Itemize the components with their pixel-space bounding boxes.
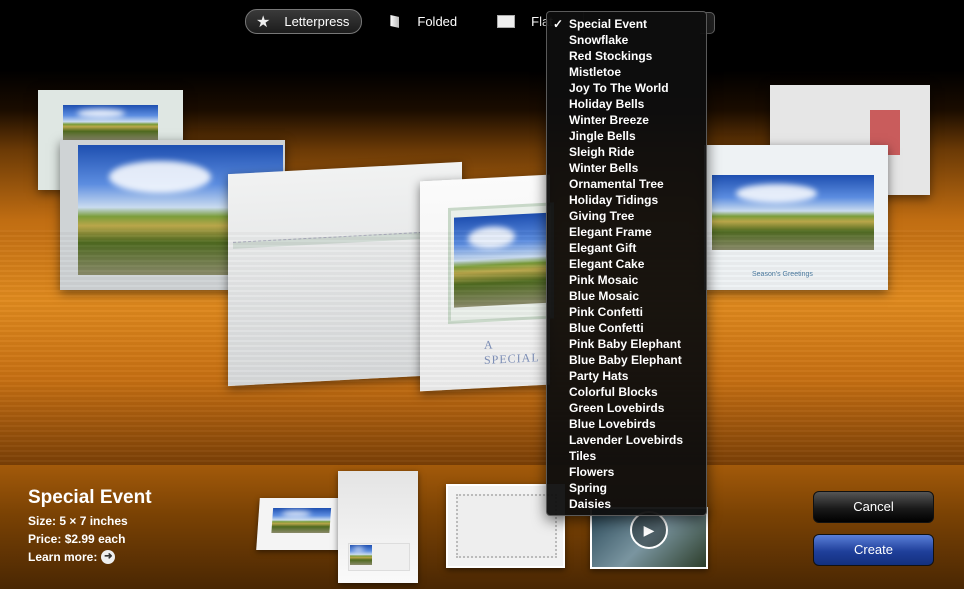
theme-menu-item[interactable]: Mistletoe [547, 64, 706, 80]
theme-menu-item[interactable]: Green Lovebirds [547, 400, 706, 416]
card-greeting-text: A SPECIAL [484, 337, 540, 368]
letterpress-label: Letterpress [284, 14, 350, 29]
theme-menu-item-label: Party Hats [569, 369, 629, 383]
theme-menu-item-label: Blue Confetti [569, 321, 644, 335]
price-row: Price: $2.99 each [28, 530, 152, 548]
thumbnail-front[interactable] [256, 498, 346, 550]
theme-menu-item[interactable]: Blue Confetti [547, 320, 706, 336]
learn-more-label: Learn more: [28, 550, 98, 564]
theme-menu-item[interactable]: Tiles [547, 448, 706, 464]
create-button[interactable]: Create [813, 534, 934, 566]
theme-menu-item-label: Elegant Gift [569, 241, 637, 255]
theme-menu-list: ✓ Special Event Snowflake Red Stockings Mist… [547, 16, 706, 512]
theme-menu-item[interactable]: Giving Tree [547, 208, 706, 224]
right-card-text: Season's Greetings [752, 271, 813, 278]
letterpress-tab[interactable]: ★ Letterpress [245, 9, 363, 34]
folded-tab[interactable]: Folded [380, 10, 469, 33]
theme-menu-item[interactable]: Sleigh Ride [547, 144, 706, 160]
theme-menu-item[interactable]: Ornamental Tree [547, 176, 706, 192]
size-row: Size: 5 × 7 inches [28, 512, 152, 530]
theme-info: Special Event Size: 5 × 7 inches Price: … [28, 487, 152, 566]
theme-menu-item-label: Mistletoe [569, 65, 622, 79]
theme-menu-item-label: Holiday Tidings [569, 193, 659, 207]
theme-menu-item[interactable]: Jingle Bells [547, 128, 706, 144]
center-card[interactable]: A SPECIAL [420, 174, 554, 392]
theme-menu-item[interactable]: Elegant Cake [547, 256, 706, 272]
theme-menu-item-label: Pink Baby Elephant [569, 337, 682, 351]
theme-menu-item[interactable]: Elegant Frame [547, 224, 706, 240]
theme-menu-item-label: Colorful Blocks [569, 385, 658, 399]
theme-menu-item[interactable]: Pink Mosaic [547, 272, 706, 288]
theme-menu-item[interactable]: Blue Lovebirds [547, 416, 706, 432]
theme-menu-item-label: Blue Mosaic [569, 289, 640, 303]
theme-menu-item[interactable]: Party Hats [547, 368, 706, 384]
theme-menu-item[interactable]: Pink Baby Elephant [547, 336, 706, 352]
theme-menu-item[interactable]: Lavender Lovebirds [547, 432, 706, 448]
theme-menu-item-label: Pink Confetti [569, 305, 643, 319]
theme-menu-item[interactable]: Daisies [547, 496, 706, 512]
size-label: Size: [28, 514, 57, 528]
theme-menu-item-label: Daisies [569, 497, 612, 511]
checkmark-icon: ✓ [553, 17, 564, 31]
theme-menu-item-label: Blue Baby Elephant [569, 353, 682, 367]
theme-menu-item-label: Tiles [569, 449, 597, 463]
theme-menu-item-label: Spring [569, 481, 607, 495]
flat-card-icon [497, 15, 516, 28]
theme-menu-item-label: Blue Lovebirds [569, 417, 656, 431]
theme-menu-item-label: Joy To The World [569, 81, 669, 95]
theme-menu-item[interactable]: Holiday Tidings [547, 192, 706, 208]
theme-menu-item[interactable]: ✓ Special Event [547, 16, 706, 32]
learn-more-link[interactable]: Learn more: ➜ [28, 548, 152, 566]
style-toolbar: ★ Letterpress Folded Flat [245, 9, 584, 34]
theme-menu-item[interactable]: Blue Mosaic [547, 288, 706, 304]
theme-title: Special Event [28, 487, 152, 508]
star-icon: ★ [256, 13, 271, 31]
theme-menu-item-label: Special Event [569, 17, 648, 31]
theme-menu-item-label: Giving Tree [569, 209, 635, 223]
theme-menu-item-label: Green Lovebirds [569, 401, 665, 415]
thumbnail-video[interactable]: ▶ [590, 507, 708, 569]
theme-menu-item[interactable]: Spring [547, 480, 706, 496]
theme-popup-menu: ✓ Special Event Snowflake Red Stockings Mist… [546, 11, 707, 516]
theme-menu-item[interactable]: Elegant Gift [547, 240, 706, 256]
theme-menu-item-label: Ornamental Tree [569, 177, 664, 191]
arrow-right-icon: ➜ [101, 550, 116, 564]
envelope-flap-line [233, 230, 457, 249]
card-preview-stage: A SPECIAL Season's Greetings [0, 0, 964, 465]
theme-menu-item[interactable]: Red Stockings [547, 48, 706, 64]
theme-menu-item-label: Holiday Bells [569, 97, 645, 111]
size-value: 5 × 7 inches [59, 514, 128, 528]
theme-menu-item-label: Elegant Cake [569, 257, 645, 271]
theme-menu-item[interactable]: Holiday Bells [547, 96, 706, 112]
theme-menu-item-label: Red Stockings [569, 49, 653, 63]
theme-menu-item-label: Flowers [569, 465, 615, 479]
theme-menu-item-label: Sleigh Ride [569, 145, 635, 159]
theme-menu-item[interactable]: Flowers [547, 464, 706, 480]
theme-menu-item[interactable]: Blue Baby Elephant [547, 352, 706, 368]
right-card[interactable]: Season's Greetings [704, 145, 888, 290]
thumbnail-inside[interactable] [338, 471, 418, 583]
play-icon[interactable]: ▶ [630, 511, 668, 549]
theme-menu-item-label: Elegant Frame [569, 225, 652, 239]
price-label: Price: [28, 532, 62, 546]
theme-menu-item[interactable]: Snowflake [547, 32, 706, 48]
theme-menu-item[interactable]: Winter Breeze [547, 112, 706, 128]
theme-menu-item[interactable]: Colorful Blocks [547, 384, 706, 400]
theme-menu-item-label: Pink Mosaic [569, 273, 639, 287]
theme-menu-item-label: Jingle Bells [569, 129, 636, 143]
folded-label: Folded [417, 14, 458, 29]
theme-menu-item[interactable]: Winter Bells [547, 160, 706, 176]
theme-menu-item-label: Snowflake [569, 33, 629, 47]
price-value: $2.99 each [64, 532, 126, 546]
theme-menu-item-label: Winter Bells [569, 161, 639, 175]
theme-menu-item[interactable]: Pink Confetti [547, 304, 706, 320]
folded-card-icon [390, 15, 400, 28]
theme-menu-item-label: Lavender Lovebirds [569, 433, 684, 447]
theme-menu-item-label: Winter Breeze [569, 113, 649, 127]
cancel-button[interactable]: Cancel [813, 491, 934, 523]
theme-menu-item[interactable]: Joy To The World [547, 80, 706, 96]
